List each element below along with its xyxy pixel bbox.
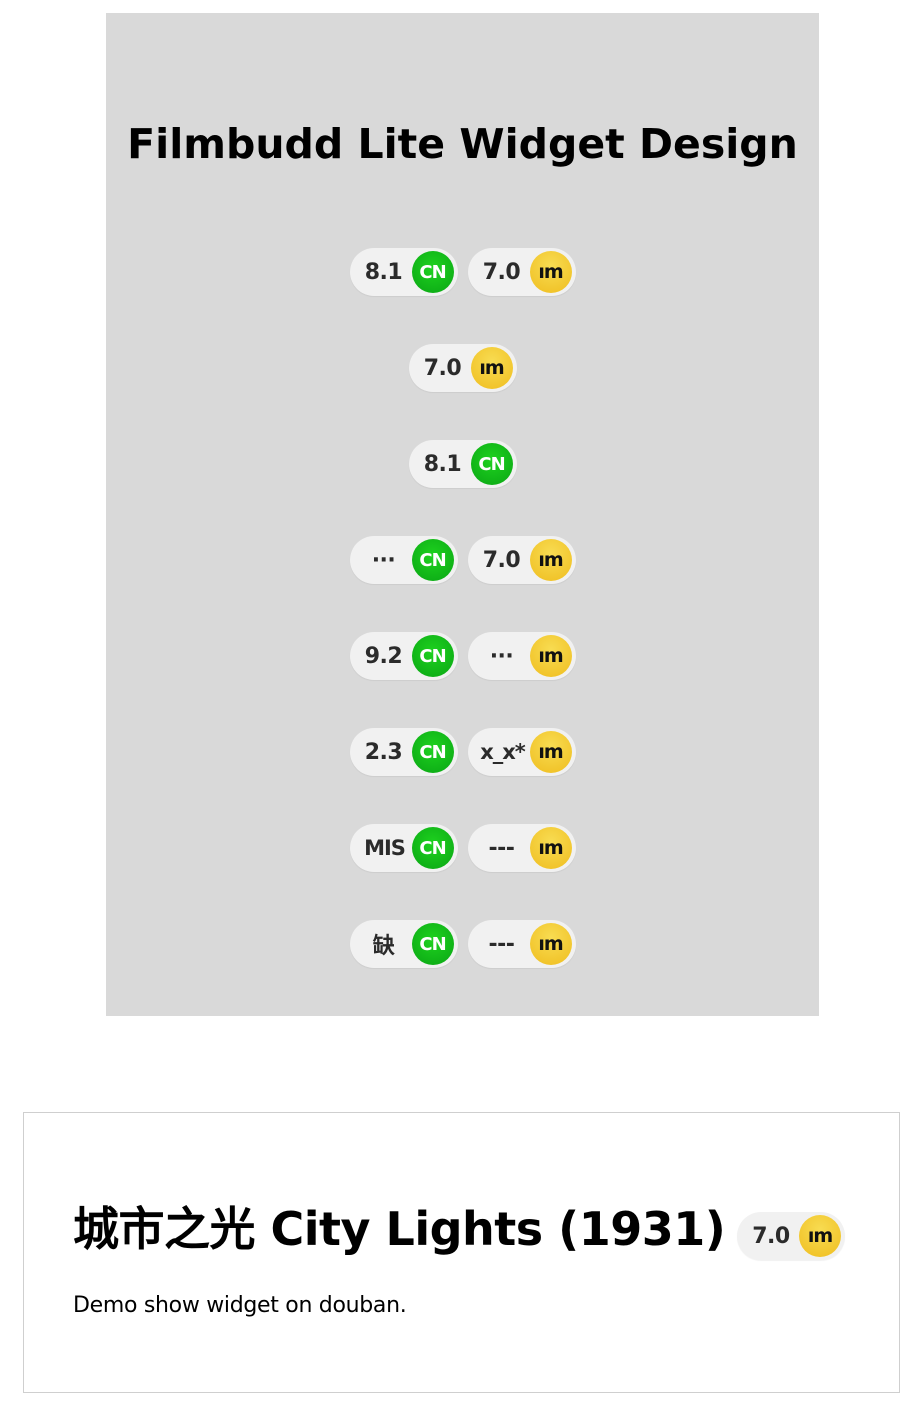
rating-score: x_x*	[480, 740, 526, 764]
douban-cn-icon: CN	[411, 923, 454, 965]
widget-row: 9.2 CN ··· ım	[106, 632, 819, 680]
imdb-rating-badge[interactable]: 7.0 ım	[467, 536, 576, 584]
rating-score: MIS	[364, 836, 406, 860]
widget-row: ··· CN 7.0 ım	[106, 536, 819, 584]
rating-score: 7.0	[482, 259, 521, 285]
demo-description: Demo show widget on douban.	[73, 1293, 407, 1318]
rating-score: 8.1	[423, 451, 462, 477]
imdb-im-icon: ım	[470, 347, 513, 389]
douban-cn-icon: CN	[411, 731, 454, 773]
douban-rating-badge[interactable]: MIS CN	[349, 824, 458, 872]
rating-score: ···	[371, 547, 396, 573]
rating-score: 缺	[372, 934, 395, 959]
widget-row: 8.1 CN 7.0 ım	[106, 248, 819, 296]
rating-score: 7.0	[423, 355, 462, 381]
douban-cn-icon: CN	[411, 827, 454, 869]
rating-score: ---	[488, 835, 515, 861]
demo-card: 城市之光 City Lights (1931) 7.0 ım Demo show…	[23, 1112, 900, 1393]
design-panel: Filmbudd Lite Widget Design 8.1 CN 7.0 ı…	[106, 13, 819, 1016]
douban-cn-icon: CN	[470, 443, 513, 485]
douban-rating-badge[interactable]: 8.1 CN	[349, 248, 458, 296]
imdb-rating-badge[interactable]: 7.0 ım	[408, 344, 517, 392]
rating-score: 7.0	[752, 1223, 790, 1249]
imdb-rating-badge[interactable]: ··· ım	[467, 632, 576, 680]
imdb-rating-badge[interactable]: 7.0 ım	[737, 1212, 845, 1260]
imdb-im-icon: ım	[529, 251, 572, 293]
rating-score: ---	[488, 931, 515, 957]
douban-rating-badge[interactable]: 2.3 CN	[349, 728, 458, 776]
douban-rating-badge[interactable]: ··· CN	[349, 536, 458, 584]
widget-row: 2.3 CN x_x* ım	[106, 728, 819, 776]
imdb-im-icon: ım	[799, 1215, 841, 1257]
movie-title: 城市之光 City Lights (1931)	[73, 1202, 726, 1256]
widget-row: 缺 CN --- ım	[106, 920, 819, 968]
imdb-rating-badge[interactable]: --- ım	[467, 920, 576, 968]
rating-score: 9.2	[364, 643, 403, 669]
rating-score: 2.3	[364, 739, 403, 765]
imdb-im-icon: ım	[529, 731, 572, 773]
imdb-im-icon: ım	[529, 923, 572, 965]
douban-rating-badge[interactable]: 8.1 CN	[408, 440, 517, 488]
imdb-im-icon: ım	[529, 827, 572, 869]
douban-cn-icon: CN	[411, 635, 454, 677]
imdb-rating-badge[interactable]: x_x* ım	[467, 728, 576, 776]
douban-cn-icon: CN	[411, 251, 454, 293]
imdb-im-icon: ım	[529, 539, 572, 581]
widget-row: MIS CN --- ım	[106, 824, 819, 872]
design-title: Filmbudd Lite Widget Design	[127, 120, 798, 168]
imdb-rating-badge[interactable]: 7.0 ım	[467, 248, 576, 296]
rating-score: ···	[489, 643, 514, 669]
douban-cn-icon: CN	[411, 539, 454, 581]
rating-score: 8.1	[364, 259, 403, 285]
widget-row: 7.0 ım	[106, 344, 819, 392]
douban-rating-badge[interactable]: 缺 CN	[349, 920, 458, 968]
widget-row: 8.1 CN	[106, 440, 819, 488]
imdb-im-icon: ım	[529, 635, 572, 677]
imdb-rating-badge[interactable]: --- ım	[467, 824, 576, 872]
douban-rating-badge[interactable]: 9.2 CN	[349, 632, 458, 680]
rating-score: 7.0	[482, 547, 521, 573]
